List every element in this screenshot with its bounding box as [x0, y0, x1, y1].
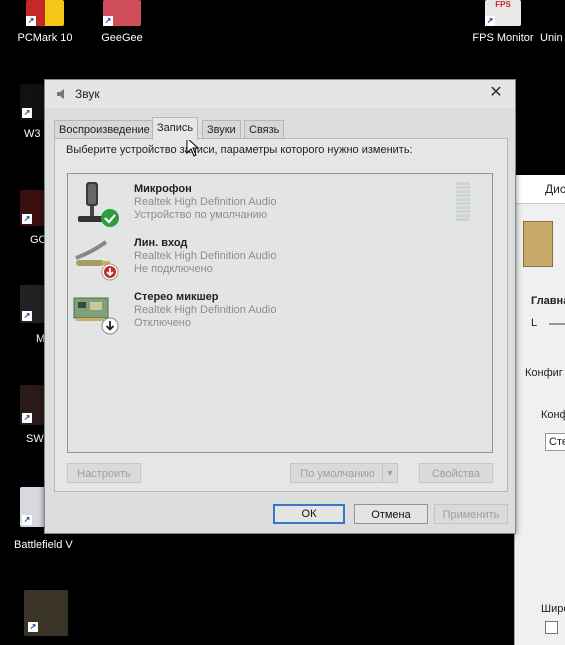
desktop-icon-label: Battlefield V — [14, 539, 73, 551]
tab-config[interactable]: Конфиг — [525, 367, 563, 379]
w3-app-icon: ↗ — [20, 84, 44, 120]
config-group-label: Конф — [541, 409, 565, 421]
ok-button[interactable]: ОК — [273, 504, 345, 524]
shortcut-arrow-icon: ↗ — [28, 622, 38, 632]
desktop-icon-go[interactable]: ↗ GO — [20, 190, 48, 246]
device-driver: Realtek High Definition Audio — [134, 304, 277, 316]
level-meter — [456, 182, 470, 228]
volume-slider[interactable] — [549, 323, 565, 325]
pcmark-app-icon: ↗ — [26, 0, 64, 26]
dialog-title: Звук — [75, 87, 100, 101]
chevron-down-icon[interactable]: ▼ — [382, 464, 397, 482]
device-item-stereo-mix[interactable]: Стерео микшер Realtek High Definition Au… — [72, 288, 472, 340]
m-app-icon: ↗ — [20, 285, 44, 323]
desktop-icon-label: W3 — [24, 128, 41, 140]
speaker-icon — [57, 89, 64, 99]
tab-communications[interactable]: Связь — [244, 120, 285, 139]
device-name: Микрофон — [134, 183, 192, 195]
device-status: Отключено — [134, 317, 191, 329]
tab-sounds[interactable]: Звуки — [202, 120, 241, 139]
desktop-icon-fps-monitor[interactable]: FPS ↗ FPS Monitor — [466, 0, 540, 44]
device-status: Не подключено — [134, 263, 213, 275]
close-icon[interactable]: ✕ — [485, 83, 507, 105]
microphone-icon — [78, 182, 119, 227]
device-driver: Realtek High Definition Audio — [134, 196, 277, 208]
main-volume-label: Главна — [531, 295, 565, 307]
game-app-icon: ↗ — [24, 590, 68, 636]
shortcut-arrow-icon: ↗ — [22, 108, 32, 118]
device-item-microphone[interactable]: Микрофон Realtek High Definition Audio У… — [72, 180, 472, 232]
set-default-label: По умолчанию — [300, 468, 375, 480]
desktop-icon-label: Unin — [540, 32, 563, 44]
left-channel-label: L — [531, 317, 538, 329]
desktop-icon-label: SW — [26, 433, 44, 445]
sound-dialog: Звук ✕ Воспроизведение Запись Звуки Связ… — [44, 79, 516, 534]
device-item-line-in[interactable]: Лин. вход Realtek High Definition Audio … — [72, 234, 472, 286]
background-window-titlebar[interactable]: Диспетч — [515, 175, 565, 204]
wide-label: Широ — [541, 603, 565, 615]
desktop-icon-sw[interactable]: ↗ SW — [20, 385, 44, 445]
set-default-button[interactable]: По умолчанию ▼ — [290, 463, 398, 483]
desktop-icon-pcmark[interactable]: ↗ PCMark 10 — [14, 0, 76, 44]
speaker-icon — [523, 221, 553, 267]
desktop-icon-unin[interactable]: Unin — [540, 0, 565, 44]
shortcut-arrow-icon: ↗ — [22, 515, 32, 525]
desktop-icon-game[interactable]: ↗ — [20, 590, 72, 636]
fps-monitor-app-icon: FPS ↗ — [485, 0, 521, 26]
cancel-button[interactable]: Отмена — [354, 504, 428, 524]
wide-checkbox[interactable] — [545, 621, 558, 634]
desktop-icon-label: FPS Monitor — [472, 32, 534, 44]
dialog-titlebar[interactable]: Звук ✕ — [45, 80, 515, 108]
desktop-icon-m[interactable]: ↗ M — [20, 285, 46, 345]
desktop-icon-geegee[interactable]: ↗ GeeGee — [92, 0, 152, 44]
configure-button[interactable]: Настроить — [67, 463, 141, 483]
go-app-icon: ↗ — [20, 190, 44, 226]
shortcut-arrow-icon: ↗ — [485, 16, 495, 26]
device-list[interactable]: Микрофон Realtek High Definition Audio У… — [67, 173, 493, 453]
tab-playback[interactable]: Воспроизведение — [54, 120, 155, 139]
sound-card-icon — [73, 297, 119, 335]
desktop-icon-label: GeeGee — [101, 32, 143, 44]
desktop-icon-label: M — [36, 333, 46, 345]
shortcut-arrow-icon: ↗ — [22, 214, 32, 224]
geegee-app-icon: ↗ — [103, 0, 141, 26]
mouse-cursor-icon — [186, 137, 200, 157]
shortcut-arrow-icon: ↗ — [22, 413, 32, 423]
shortcut-arrow-icon: ↗ — [22, 311, 32, 321]
line-in-cable-icon — [75, 240, 119, 281]
shortcut-arrow-icon: ↗ — [26, 16, 36, 26]
tab-recording[interactable]: Запись — [152, 117, 199, 140]
device-driver: Realtek High Definition Audio — [134, 250, 277, 262]
desktop-icon-label: PCMark 10 — [17, 32, 73, 44]
instruction-text: Выберите устройство записи, параметры ко… — [66, 144, 413, 156]
desktop-icon-w3[interactable]: ↗ W3 — [20, 84, 44, 140]
desktop-icon-label: GO — [30, 234, 48, 246]
shortcut-arrow-icon: ↗ — [103, 16, 113, 26]
device-name: Стерео микшер — [134, 291, 219, 303]
device-name: Лин. вход — [134, 237, 188, 249]
sw-app-icon: ↗ — [20, 385, 44, 425]
background-mixer-window[interactable]: Диспетч Главна L Конфиг Конф Сте Широ — [514, 175, 565, 645]
properties-button[interactable]: Свойства — [419, 463, 493, 483]
check-badge-icon — [101, 209, 119, 227]
config-select[interactable]: Сте — [545, 433, 565, 451]
apply-button[interactable]: Применить — [434, 504, 508, 524]
device-status: Устройство по умолчанию — [134, 209, 268, 221]
background-window-title: Диспетч — [545, 182, 565, 196]
recording-panel: Выберите устройство записи, параметры ко… — [54, 138, 508, 492]
